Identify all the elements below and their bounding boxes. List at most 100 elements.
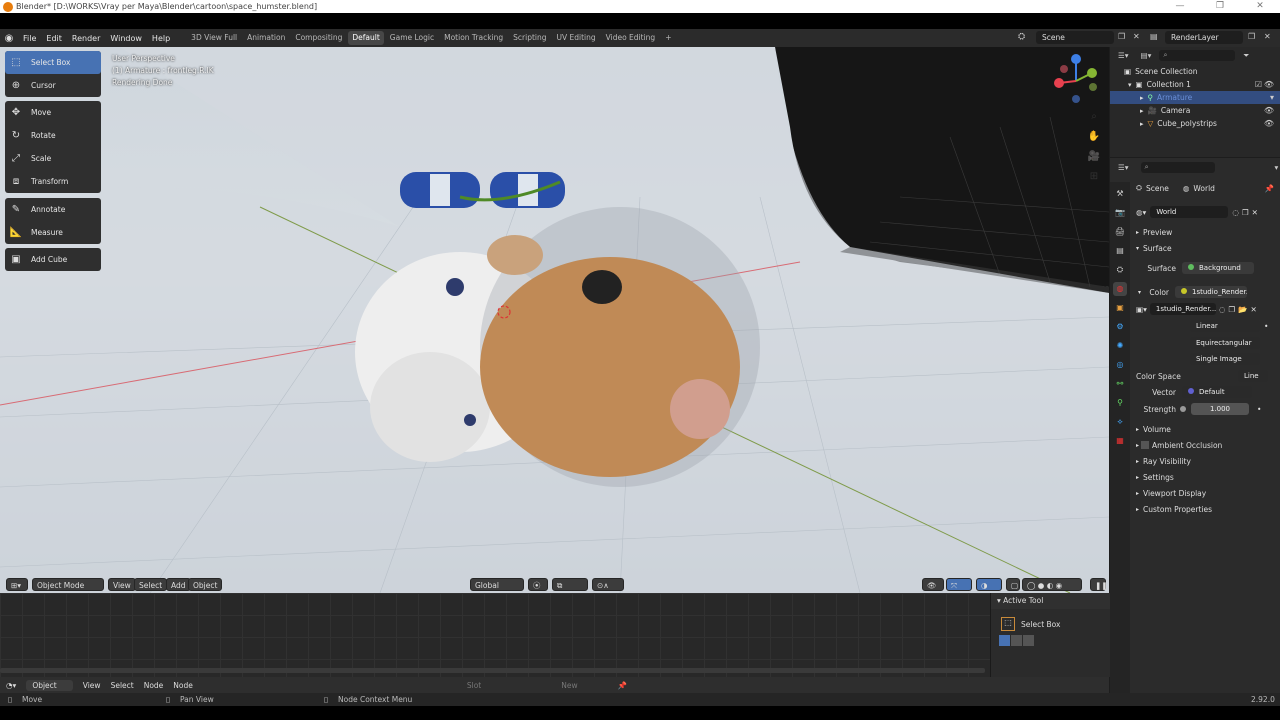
panel-ambient-occlusion[interactable]: ▸ Ambient Occlusion <box>1130 438 1280 452</box>
tab-animation[interactable]: Animation <box>243 31 289 45</box>
menu-help[interactable]: Help <box>147 34 175 43</box>
delete-view-layer-icon[interactable]: ✕ <box>1264 32 1271 41</box>
pan-hand-icon[interactable]: ✋ <box>1086 129 1102 145</box>
panel-ray-visibility[interactable]: ▸ Ray Visibility <box>1130 454 1280 468</box>
tool-tab-icon[interactable]: ⚒ <box>1113 187 1127 201</box>
keyframe-dot-icon[interactable]: • <box>1257 405 1261 414</box>
perspective-toggle-icon[interactable]: ⊞ <box>1086 169 1102 185</box>
panel-viewport-display[interactable]: ▸ Viewport Display <box>1130 486 1280 500</box>
menu-render[interactable]: Render <box>67 34 105 43</box>
interpolation-selector[interactable]: Linear <box>1190 320 1260 332</box>
tool-move[interactable]: ✥ Move <box>5 101 101 124</box>
orientation-selector[interactable]: Global <box>470 578 524 591</box>
scene-selector[interactable]: Scene <box>1036 31 1114 44</box>
tool-scale[interactable]: ⤢ Scale <box>5 147 101 170</box>
view-menu[interactable]: View <box>108 578 136 591</box>
pause-render-icon[interactable]: ❚❚ <box>1090 578 1108 591</box>
render-tab-icon[interactable]: 📷 <box>1113 206 1127 220</box>
constraints-tab-icon[interactable]: ⚯ <box>1113 377 1127 391</box>
tab-3d-view-full[interactable]: 3D View Full <box>187 31 241 45</box>
data-tab-icon[interactable]: ⚲ <box>1113 396 1127 410</box>
camera-view-icon[interactable]: 🎥 <box>1086 149 1102 165</box>
panel-volume[interactable]: ▸ Volume <box>1130 422 1280 436</box>
outliner-editor-icon[interactable]: ☰▾ <box>1118 51 1129 60</box>
outliner-row-cube-polystrips[interactable]: ▸ ▽ Cube_polystrips 👁 <box>1110 117 1280 130</box>
fake-user-icon[interactable]: ◌ <box>1232 208 1239 217</box>
unlink-icon[interactable]: ✕ <box>1252 208 1258 217</box>
xray-icon[interactable]: ▢ <box>1006 578 1020 591</box>
new-material-button[interactable]: New <box>561 681 577 690</box>
outliner-row-camera[interactable]: ▸ 🎥 Camera 👁 <box>1110 104 1280 117</box>
select-menu[interactable]: Select <box>134 578 168 591</box>
tool-rotate[interactable]: ↻ Rotate <box>5 124 101 147</box>
outliner-row-collection-1[interactable]: ▾ ▣ Collection 1 ☑ 👁 <box>1110 78 1280 91</box>
world-tab-icon[interactable]: ◍ <box>1113 282 1127 296</box>
close-button[interactable]: ✕ <box>1240 0 1280 13</box>
minimize-button[interactable]: — <box>1160 0 1200 13</box>
view-layer-tab-icon[interactable]: ▤ <box>1113 244 1127 258</box>
bone-tab-icon[interactable]: ⟡ <box>1113 415 1127 429</box>
tool-add-cube[interactable]: ▣ Add Cube <box>5 248 101 271</box>
slot-selector[interactable]: Slot <box>467 681 481 690</box>
object-menu[interactable]: Object <box>188 578 223 591</box>
filter-icon[interactable]: ⏷ <box>1243 51 1249 61</box>
snap-icon[interactable]: ⧉ <box>552 578 588 591</box>
open-image-icon[interactable]: 📂 <box>1238 305 1247 314</box>
world-browse-icon[interactable]: ◍▾ <box>1136 208 1146 217</box>
gizmo-z[interactable] <box>1071 54 1081 64</box>
strength-field[interactable]: 1.000 <box>1191 403 1249 415</box>
scene-collection-row[interactable]: ▣ Scene Collection <box>1110 65 1280 78</box>
outliner-search-input[interactable]: ⌕ <box>1159 50 1236 61</box>
node-node-menu[interactable]: Node <box>173 681 193 690</box>
particles-tab-icon[interactable]: ✺ <box>1113 339 1127 353</box>
tab-scripting[interactable]: Scripting <box>509 31 550 45</box>
pin-icon[interactable]: 📌 <box>1265 184 1274 193</box>
tab-compositing[interactable]: Compositing <box>291 31 346 45</box>
mode-extend-icon[interactable] <box>1011 635 1022 646</box>
tab-motion-tracking[interactable]: Motion Tracking <box>440 31 507 45</box>
pin-icon[interactable]: 📌 <box>618 681 627 690</box>
properties-editor-icon[interactable]: ☰▾ <box>1118 163 1129 172</box>
tab-uv-editing[interactable]: UV Editing <box>553 31 600 45</box>
active-tool-header[interactable]: ▾ Active Tool <box>991 593 1110 609</box>
maximize-button[interactable]: ❐ <box>1200 0 1240 13</box>
image-name-field[interactable]: 1studio_Render... <box>1149 303 1216 315</box>
display-mode-icon[interactable]: ▤▾ <box>1141 51 1152 60</box>
navigation-gizmo[interactable] <box>1050 51 1102 103</box>
tool-select-box[interactable]: ⬚ Select Box <box>5 51 101 74</box>
vector-input[interactable]: Default <box>1182 386 1252 398</box>
expand-icon[interactable]: ▸ <box>1140 107 1144 115</box>
view-layer-selector[interactable]: RenderLayer <box>1165 31 1243 44</box>
node-add-menu[interactable]: Node <box>144 681 164 690</box>
modifier-tab-icon[interactable]: ⚙ <box>1113 320 1127 334</box>
outliner-row-armature[interactable]: ▸ ⚲ Armature ▾ <box>1110 91 1280 104</box>
mode-subtract-icon[interactable] <box>1023 635 1034 646</box>
mode-selector[interactable]: Object Mode <box>32 578 104 591</box>
duplicate-icon[interactable]: ❐ <box>1228 305 1235 314</box>
object-tab-icon[interactable]: ▣ <box>1113 301 1127 315</box>
expand-icon[interactable]: ▸ <box>1140 94 1144 102</box>
add-menu[interactable]: Add <box>166 578 191 591</box>
gizmo-y[interactable] <box>1087 68 1097 78</box>
physics-tab-icon[interactable]: ◎ <box>1113 358 1127 372</box>
projection-selector[interactable]: Equirectangular <box>1190 337 1260 349</box>
menu-window[interactable]: Window <box>105 34 147 43</box>
delete-scene-icon[interactable]: ✕ <box>1133 32 1140 41</box>
overlays-toggle-icon[interactable]: ◑ <box>976 578 1002 591</box>
unlink-icon[interactable]: ✕ <box>1250 305 1256 314</box>
add-workspace-button[interactable]: + <box>661 31 675 45</box>
keyframe-dot-icon[interactable]: • <box>1264 322 1268 331</box>
output-tab-icon[interactable]: 🖨 <box>1113 225 1127 239</box>
expand-icon[interactable]: ▾ <box>1128 81 1132 89</box>
active-tool-row[interactable]: ⬚ Select Box <box>991 613 1110 635</box>
properties-options-icon[interactable]: ▾ <box>1275 163 1279 172</box>
editor-type-button[interactable]: ⊞▾ <box>6 578 28 591</box>
node-select-menu[interactable]: Select <box>111 681 134 690</box>
eye-icon[interactable]: 👁 <box>1264 80 1274 89</box>
gizmo-x[interactable] <box>1054 78 1064 88</box>
shading-modes[interactable]: ◯ ● ◐ ◉ <box>1022 578 1082 591</box>
surface-shader-selector[interactable]: Background <box>1182 262 1254 274</box>
panel-preview[interactable]: ▸ Preview <box>1130 225 1280 239</box>
tab-default[interactable]: Default <box>348 31 384 45</box>
tab-game-logic[interactable]: Game Logic <box>386 31 438 45</box>
